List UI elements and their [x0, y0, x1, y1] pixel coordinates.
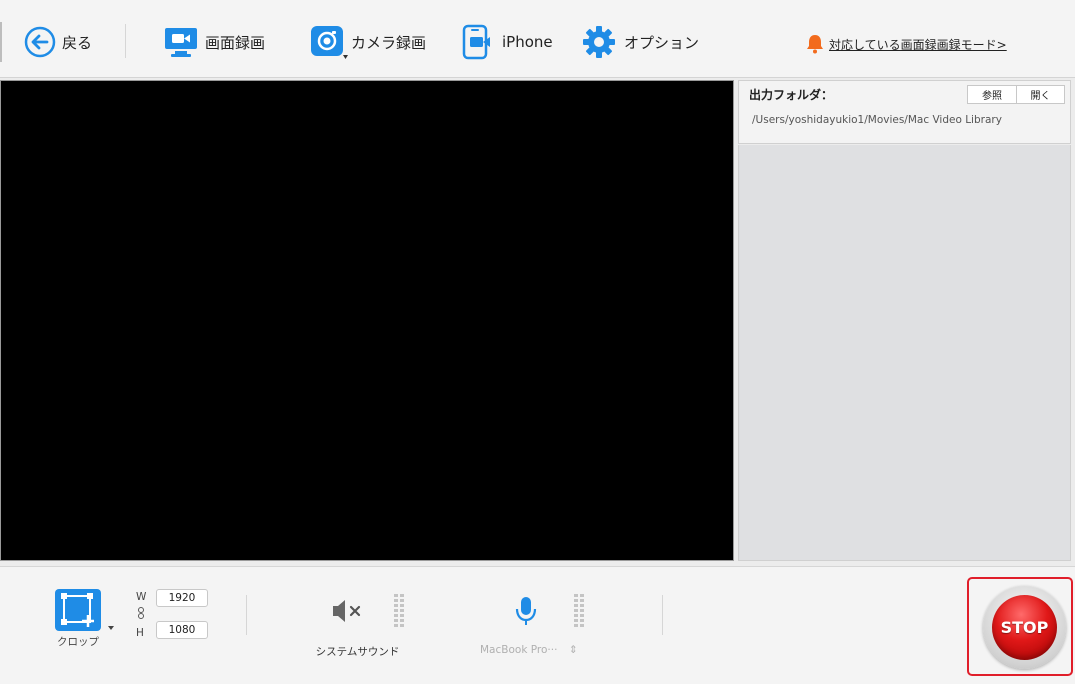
supported-modes-label: 対応している画面録画録モード>	[829, 37, 1007, 52]
link-icon[interactable]	[137, 607, 145, 619]
output-path: /Users/yoshidayukio1/Movies/Mac Video Li…	[752, 114, 1002, 126]
back-label: 戻る	[62, 33, 93, 52]
system-sound-label: システムサウンド	[315, 646, 400, 658]
supported-modes-link[interactable]: 対応している画面録画録モード>	[806, 34, 1007, 54]
microphone-toggle[interactable]	[514, 595, 538, 627]
system-sound-toggle[interactable]	[330, 597, 366, 625]
camera-record-label: カメラ録画	[351, 33, 427, 52]
crop-button[interactable]	[55, 589, 101, 631]
microphone-select[interactable]: MacBook Pro··· ⇕	[480, 644, 610, 656]
recording-preview	[0, 80, 734, 561]
camera-icon	[311, 26, 348, 59]
iphone-record-icon	[462, 24, 490, 60]
microphone-device-label: MacBook Pro···	[480, 644, 558, 656]
width-label: W	[136, 591, 147, 603]
system-sound-level-meter	[394, 594, 408, 628]
speaker-muted-icon	[333, 600, 361, 622]
open-button[interactable]: 開く	[1017, 85, 1065, 104]
back-button[interactable]: 戻る	[24, 22, 92, 62]
back-arrow-icon	[24, 26, 56, 58]
bell-icon	[807, 35, 823, 54]
stop-button-ring: STOP	[983, 586, 1066, 669]
height-label: H	[136, 627, 144, 639]
bottom-bar: クロップ W 1920 H 1080 システムサウンド MacBook Pro·…	[0, 566, 1075, 684]
output-folder-panel: 出力フォルダ： 参照 開く /Users/yoshidayukio1/Movie…	[738, 80, 1071, 144]
options-button[interactable]: オプション	[580, 22, 699, 62]
crop-icon	[61, 593, 94, 627]
iphone-button[interactable]: iPhone	[461, 22, 553, 62]
stop-label: STOP	[1000, 618, 1049, 637]
microphone-level-meter	[574, 594, 588, 628]
iphone-label: iPhone	[502, 33, 553, 51]
window-edge	[0, 22, 2, 62]
browse-button[interactable]: 参照	[967, 85, 1017, 104]
width-input[interactable]: 1920	[156, 589, 208, 607]
camera-record-button[interactable]: カメラ録画	[310, 22, 426, 62]
monitor-record-icon	[165, 28, 197, 57]
stop-button-highlight: STOP	[967, 577, 1073, 676]
screen-record-label: 画面録画	[205, 33, 266, 52]
output-folder-label: 出力フォルダ：	[749, 88, 834, 102]
crop-label: クロップ	[57, 636, 99, 648]
gear-icon	[583, 26, 615, 58]
select-arrows-icon: ⇕	[568, 644, 578, 656]
toolbar: 戻る 画面録画 カメラ録画 iPhone オプション 対応している画面録画録モー…	[0, 0, 1075, 78]
crop-dropdown-arrow-icon[interactable]	[108, 626, 114, 630]
height-input[interactable]: 1080	[156, 621, 208, 639]
bottom-divider-2	[662, 595, 663, 635]
stop-button[interactable]: STOP	[992, 595, 1057, 660]
screen-record-button[interactable]: 画面録画	[163, 22, 265, 62]
options-label: オプション	[624, 33, 700, 52]
folder-button-group: 参照 開く	[967, 85, 1065, 104]
bottom-divider	[246, 595, 247, 635]
toolbar-divider	[125, 24, 126, 58]
microphone-icon	[515, 597, 537, 625]
recording-list	[738, 145, 1071, 561]
